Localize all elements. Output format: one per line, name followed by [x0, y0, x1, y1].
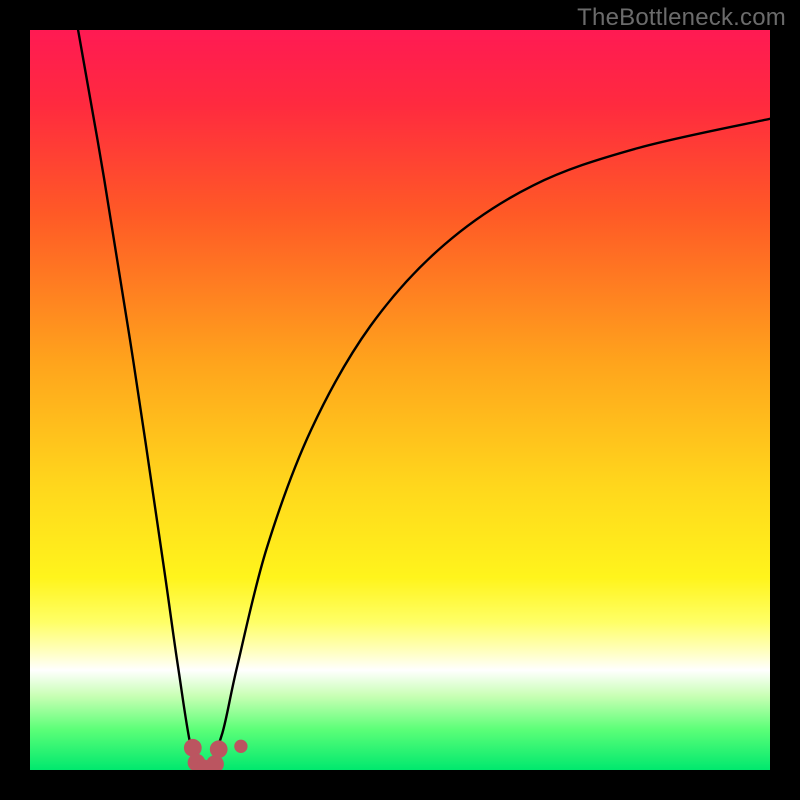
data-point-markers: [30, 30, 770, 770]
chart-frame: TheBottleneck.com: [0, 0, 800, 800]
watermark-text: TheBottleneck.com: [577, 4, 786, 32]
plot-area: [30, 30, 770, 770]
